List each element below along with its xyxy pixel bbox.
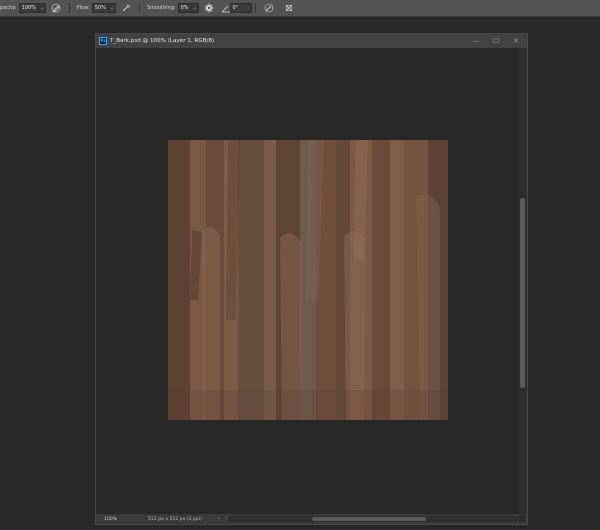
smoothing-dropdown[interactable]: ⌄ bbox=[191, 3, 199, 13]
options-bar: pacity: 100% ⌄ Flow: 50% ⌄ Smoothing: 0%… bbox=[0, 0, 600, 17]
horizontal-scroll-thumb[interactable] bbox=[312, 517, 426, 521]
vertical-scrollbar[interactable] bbox=[518, 48, 527, 514]
flow-label: Flow: bbox=[76, 5, 90, 11]
opacity-dropdown[interactable]: ⌄ bbox=[38, 3, 46, 13]
vertical-scroll-thumb[interactable] bbox=[520, 198, 525, 388]
status-menu-arrow-icon[interactable]: › bbox=[218, 516, 220, 522]
close-icon[interactable]: ✕ bbox=[511, 36, 521, 46]
canvas-area[interactable] bbox=[96, 48, 518, 514]
gear-icon[interactable] bbox=[204, 3, 214, 13]
pressure-size-icon[interactable] bbox=[264, 3, 274, 13]
separator bbox=[138, 3, 140, 13]
horizontal-scrollbar[interactable]: ‹ bbox=[226, 515, 518, 522]
zoom-level[interactable]: 100% bbox=[104, 517, 140, 522]
window-controls: — ☐ ✕ bbox=[471, 36, 521, 46]
document-tab[interactable]: Ps T_Bark.psd @ 100% (Layer 1, RGB/8) — … bbox=[96, 34, 527, 48]
smoothing-label: Smoothing: bbox=[146, 5, 176, 11]
scroll-corner bbox=[519, 515, 525, 522]
separator bbox=[254, 3, 256, 13]
angle-field[interactable]: 0° bbox=[229, 3, 252, 13]
document-title: T_Bark.psd @ 100% (Layer 1, RGB/8) bbox=[110, 38, 215, 44]
opacity-label: pacity: bbox=[0, 5, 17, 11]
flow-dropdown[interactable]: ⌄ bbox=[108, 3, 116, 13]
angle-icon bbox=[221, 3, 230, 13]
document-window: Ps T_Bark.psd @ 100% (Layer 1, RGB/8) — … bbox=[95, 33, 528, 525]
smoothing-field[interactable]: 0% bbox=[177, 3, 192, 13]
separator bbox=[68, 3, 70, 13]
airbrush-icon[interactable] bbox=[121, 3, 131, 13]
scroll-left-arrow-icon[interactable]: ‹ bbox=[226, 515, 228, 521]
pressure-opacity-icon[interactable] bbox=[51, 3, 61, 13]
bark-texture-image[interactable] bbox=[168, 140, 448, 420]
symmetry-icon[interactable] bbox=[284, 3, 294, 13]
status-bar: 100% 512 px x 512 px (2 ppi) › ‹ bbox=[96, 514, 527, 524]
document-info[interactable]: 512 px x 512 px (2 ppi) bbox=[148, 517, 216, 522]
minimize-icon[interactable]: — bbox=[471, 36, 481, 46]
photoshop-doc-icon: Ps bbox=[99, 37, 107, 45]
opacity-field[interactable]: 100% bbox=[18, 3, 39, 13]
maximize-icon[interactable]: ☐ bbox=[491, 36, 501, 46]
flow-field[interactable]: 50% bbox=[91, 3, 109, 13]
